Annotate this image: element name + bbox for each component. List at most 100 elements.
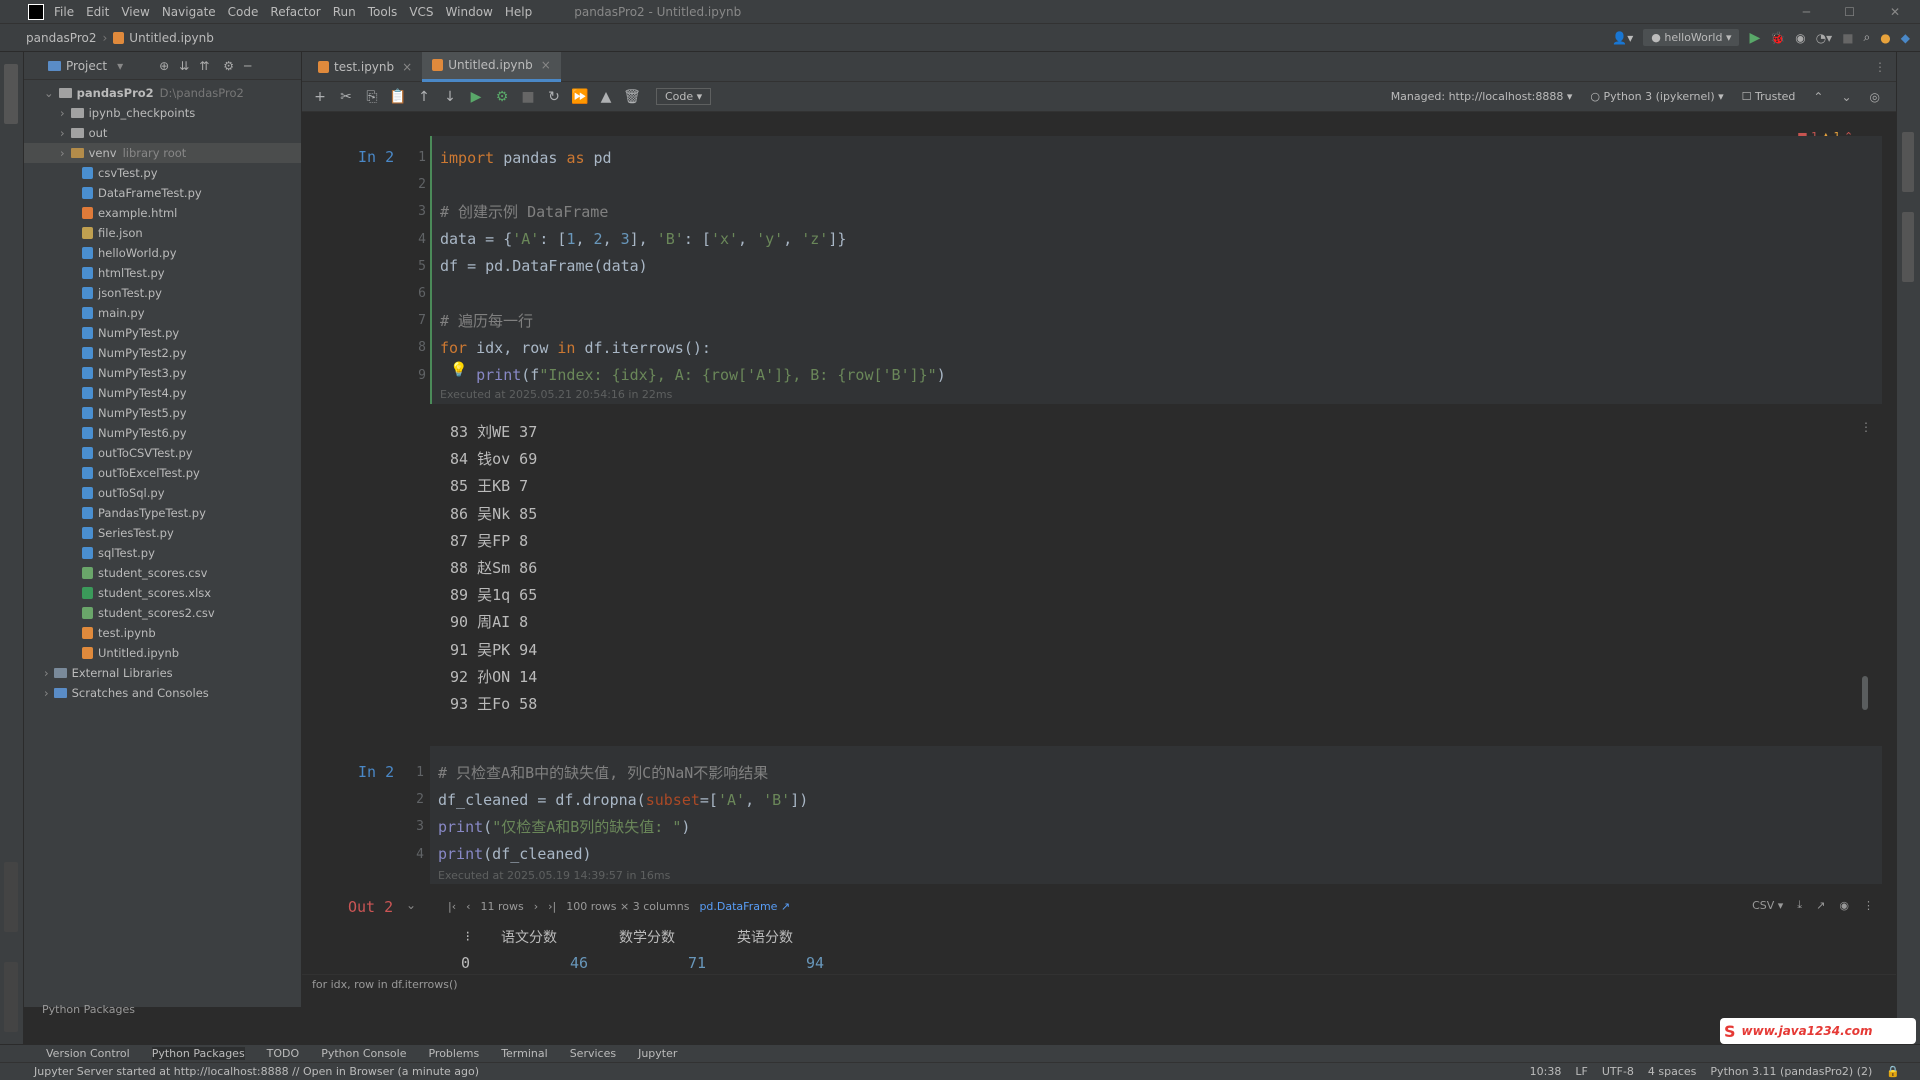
chevron-right-icon[interactable]: › <box>60 126 65 140</box>
table-column-header[interactable]: 数学分数 <box>588 927 706 947</box>
gear-icon[interactable]: ⚙ <box>223 59 234 73</box>
nav-project[interactable]: pandasPro2 <box>26 31 96 45</box>
nav-file[interactable]: Untitled.ipynb <box>129 31 214 45</box>
intention-bulb-icon[interactable]: 💡 <box>450 362 467 378</box>
tree-item[interactable]: DataFrameTest.py <box>24 183 301 203</box>
table-column-header[interactable]: 语文分数 <box>470 927 588 947</box>
stop-icon[interactable]: ■ <box>1842 31 1853 45</box>
collapse-all-icon[interactable]: ⇊ <box>179 59 189 73</box>
chevron-down-icon[interactable]: ⌄ <box>44 86 54 100</box>
line-separator[interactable]: LF <box>1575 1065 1587 1078</box>
bottom-tool-tab[interactable]: Python Packages <box>151 1047 245 1060</box>
tree-item[interactable]: › ipynb_checkpoints <box>24 103 301 123</box>
tree-item[interactable]: student_scores.xlsx <box>24 583 301 603</box>
tree-item[interactable]: outToCSVTest.py <box>24 443 301 463</box>
tree-item[interactable]: file.json <box>24 223 301 243</box>
file-encoding[interactable]: UTF-8 <box>1602 1065 1634 1078</box>
cell-2-code[interactable]: 1 # 只检查A和B中的缺失值, 列C的NaN不影响结果 2 df_cleaned =… <box>416 759 808 868</box>
chevron-right-icon[interactable]: › <box>60 146 65 160</box>
chevron-down-icon[interactable]: ⌄ <box>1841 90 1851 104</box>
prev-page-icon[interactable]: ‹ <box>466 900 470 913</box>
close-tab-icon[interactable]: × <box>541 58 551 72</box>
table-cell[interactable]: 94 <box>706 954 824 972</box>
download-icon[interactable]: ⤓ <box>1797 898 1802 912</box>
tree-item[interactable]: main.py <box>24 303 301 323</box>
code-line[interactable]: 3 print("仅检查A和B列的缺失值: ") <box>416 813 808 840</box>
tree-item[interactable]: NumPyTest6.py <box>24 423 301 443</box>
menu-item[interactable]: File <box>54 5 74 19</box>
breadcrumb-item[interactable]: for idx, row in df.iterrows() <box>312 978 458 991</box>
next-page-icon[interactable]: › <box>534 900 538 913</box>
code-line[interactable]: 1 import pandas as pd <box>418 144 946 171</box>
tree-item[interactable]: NumPyTest3.py <box>24 363 301 383</box>
paste-icon[interactable]: 📋 <box>388 87 408 107</box>
tree-item[interactable]: example.html <box>24 203 301 223</box>
editor-tab[interactable]: Untitled.ipynb × <box>422 51 561 82</box>
output-scrollbar[interactable] <box>1862 676 1868 710</box>
tree-item[interactable]: NumPyTest2.py <box>24 343 301 363</box>
kernel-select[interactable]: ○ Python 3 (ipykernel) ▾ <box>1590 90 1723 103</box>
tree-item[interactable]: helloWorld.py <box>24 243 301 263</box>
tree-item[interactable]: test.ipynb <box>24 623 301 643</box>
tree-item[interactable]: htmlTest.py <box>24 263 301 283</box>
minimize-icon[interactable]: ─ <box>1803 5 1810 19</box>
locate-icon[interactable]: ⊕ <box>159 59 169 73</box>
cut-icon[interactable]: ✂ <box>336 87 356 107</box>
restart-icon[interactable]: ↻ <box>544 87 564 107</box>
tree-item[interactable]: outToExcelTest.py <box>24 463 301 483</box>
tree-external-libraries[interactable]: › External Libraries <box>24 663 301 683</box>
menu-item[interactable]: View <box>121 5 149 19</box>
updates-icon[interactable]: ● <box>1880 31 1890 45</box>
tree-item[interactable]: student_scores.csv <box>24 563 301 583</box>
clear-outputs-icon[interactable]: 🗑 <box>622 87 642 107</box>
bottom-tool-tab[interactable]: Version Control <box>46 1047 130 1060</box>
interpreter[interactable]: Python 3.11 (pandasPro2) (2) <box>1710 1065 1872 1078</box>
cell-1-code-area[interactable]: 1 import pandas as pd 2 3 # 创建示例 DataFrame 4 d… <box>418 136 1882 404</box>
code-line[interactable]: 4 data = {'A': [1, 2, 3], 'B': ['x', 'y',… <box>418 226 946 253</box>
chevron-down-icon[interactable]: ▾ <box>117 59 123 73</box>
table-menu-icon[interactable]: ⋮ <box>1863 899 1874 912</box>
chevron-right-icon[interactable]: › <box>44 666 49 680</box>
first-page-icon[interactable]: |‹ <box>448 900 456 913</box>
tree-item[interactable]: NumPyTest5.py <box>24 403 301 423</box>
status-message[interactable]: Jupyter Server started at http://localho… <box>34 1065 479 1078</box>
project-tool-button[interactable] <box>4 64 18 124</box>
output-menu-icon[interactable]: ⋮ <box>1860 420 1872 434</box>
search-icon[interactable]: ⌕ <box>1864 30 1871 45</box>
cell-2-code-area[interactable]: 1 # 只检查A和B中的缺失值, 列C的NaN不影响结果 2 df_cleaned =… <box>416 746 1882 884</box>
tree-item[interactable]: outToSql.py <box>24 483 301 503</box>
caret-position[interactable]: 10:38 <box>1530 1065 1562 1078</box>
cell-2[interactable]: In 2 1 # 只检查A和B中的缺失值, 列C的NaN不影响结果 2 df_clea… <box>302 746 1882 884</box>
menu-item[interactable]: Window <box>446 5 493 19</box>
menu-item[interactable]: Navigate <box>162 5 216 19</box>
bottom-tool-tab[interactable]: Terminal <box>501 1047 548 1060</box>
code-line[interactable]: 4 print(df_cleaned) <box>416 841 808 868</box>
tree-item[interactable]: student_scores2.csv <box>24 603 301 623</box>
tree-item[interactable]: NumPyTest.py <box>24 323 301 343</box>
run-icon[interactable]: ▶ <box>1749 30 1760 46</box>
tree-root[interactable]: ⌄ pandasPro2 D:\pandasPro2 <box>24 83 301 103</box>
hide-panel-icon[interactable]: ─ <box>244 59 251 73</box>
dataframe-type-link[interactable]: pd.DataFrame ↗ <box>699 900 790 913</box>
close-icon[interactable]: ✕ <box>1890 5 1900 19</box>
server-select[interactable]: Managed: http://localhost:8888 ▾ <box>1391 90 1573 103</box>
chevron-right-icon[interactable]: › <box>60 106 65 120</box>
tree-item[interactable]: csvTest.py <box>24 163 301 183</box>
code-line[interactable]: 8 for idx, row in df.iterrows(): <box>418 334 946 361</box>
menu-item[interactable]: Run <box>333 5 356 19</box>
menu-item[interactable]: Edit <box>86 5 109 19</box>
code-line[interactable]: 3 # 创建示例 DataFrame <box>418 198 946 225</box>
coverage-icon[interactable]: ◉ <box>1795 31 1805 45</box>
view-icon[interactable]: ◉ <box>1839 899 1849 912</box>
cell-1-code[interactable]: 1 import pandas as pd 2 3 # 创建示例 DataFrame 4 d… <box>418 144 946 389</box>
bottom-tool-tab[interactable]: Services <box>570 1047 616 1060</box>
tabs-menu-icon[interactable]: ⋮ <box>1874 60 1886 74</box>
tree-item[interactable]: › venv library root <box>24 143 301 163</box>
copy-icon[interactable]: ⎘ <box>362 87 382 107</box>
indent-setting[interactable]: 4 spaces <box>1648 1065 1697 1078</box>
trusted-checkbox[interactable]: ☐ Trusted <box>1742 90 1796 103</box>
editor-tab[interactable]: test.ipynb × <box>308 52 422 82</box>
profile-icon[interactable]: ◔▾ <box>1816 31 1833 45</box>
code-line[interactable]: 2 <box>418 171 946 198</box>
format-select[interactable]: CSV ▾ <box>1752 899 1783 912</box>
